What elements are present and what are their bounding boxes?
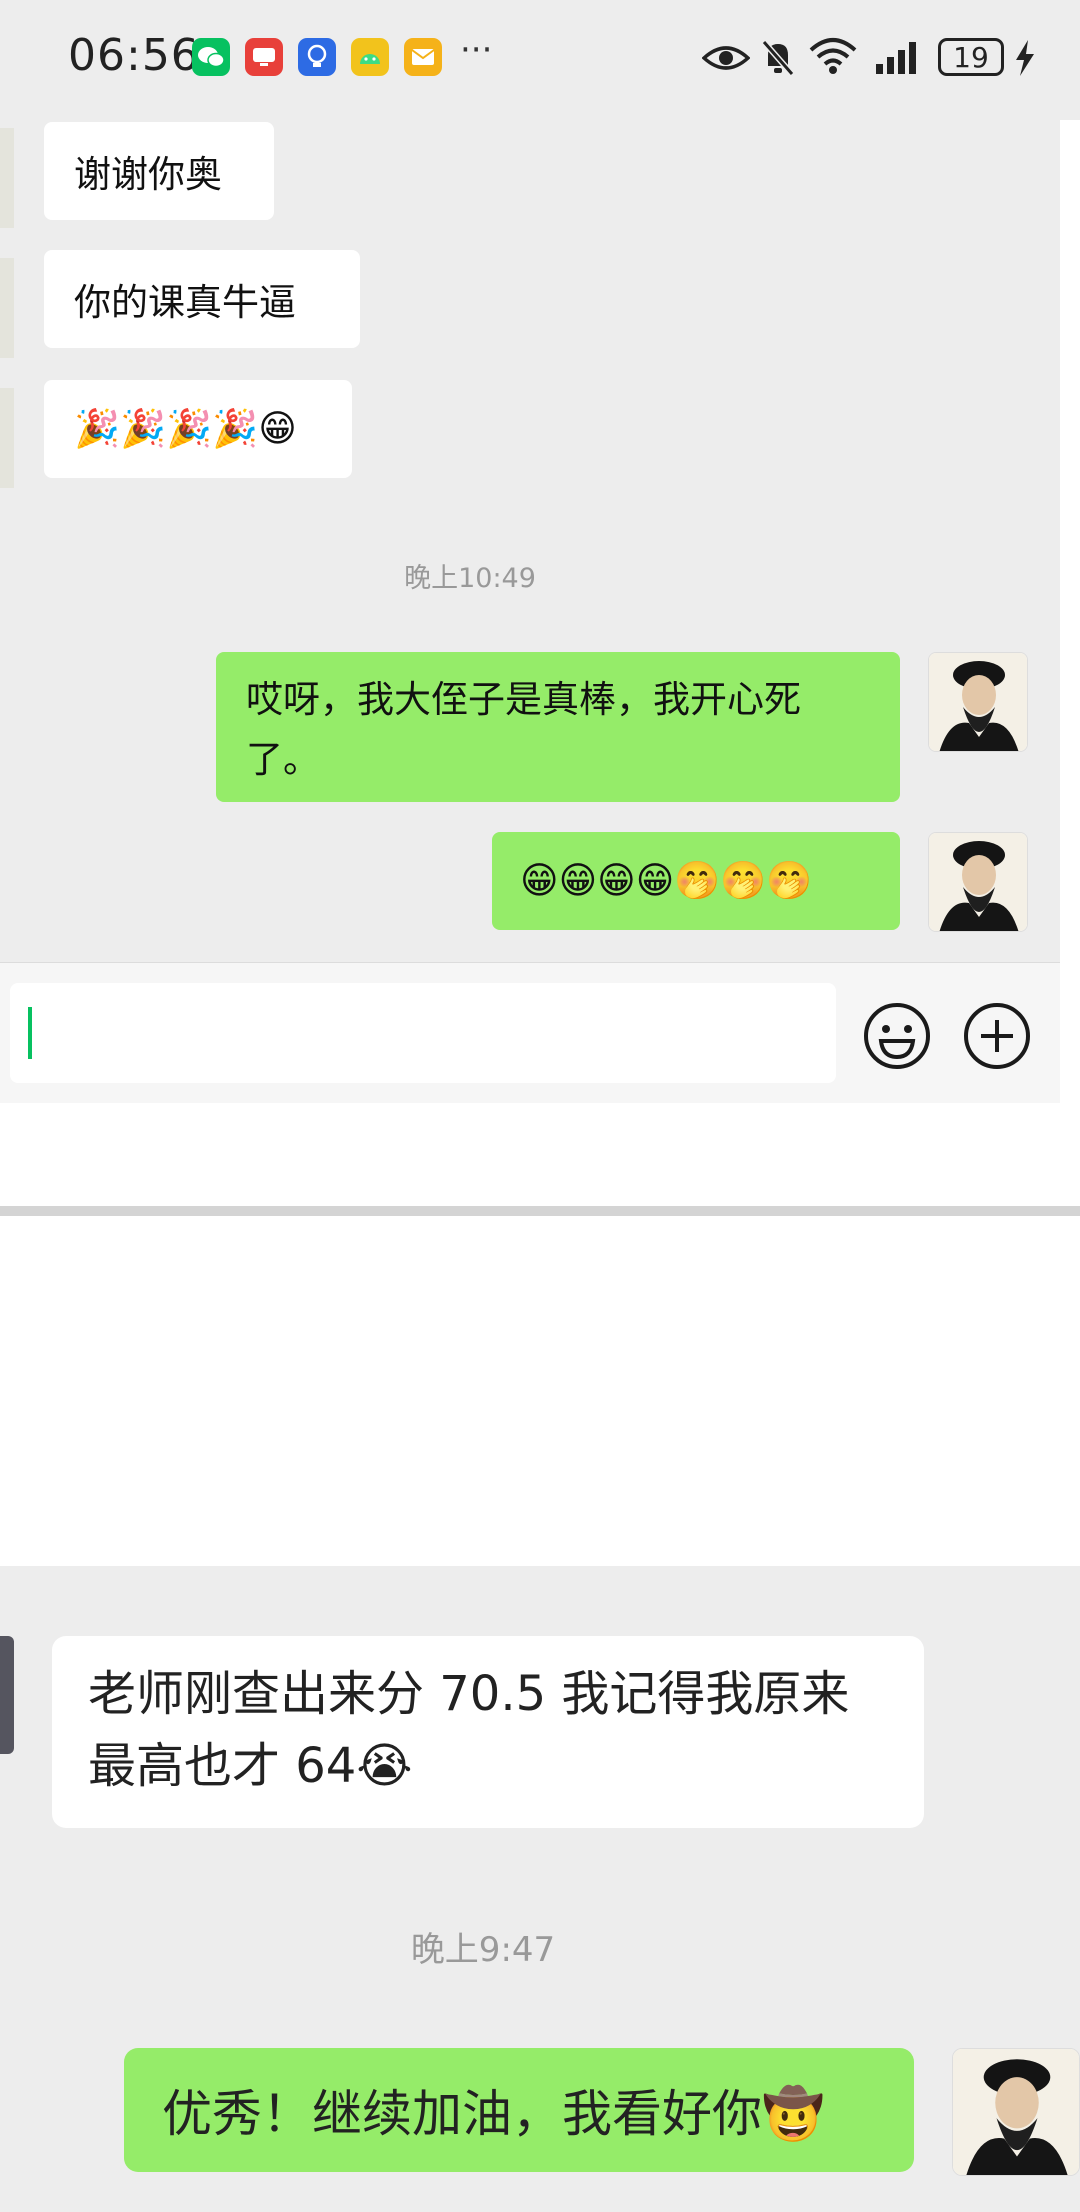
battery-level: 19 <box>953 40 989 74</box>
wifi-icon <box>809 38 857 74</box>
message-text: 优秀！继续加油，我看好你🤠 <box>162 2085 825 2143</box>
text-cursor <box>28 1007 32 1059</box>
portrait-image <box>953 2049 1079 2175</box>
battery-icon: 19 <box>938 38 1004 76</box>
message-text: 你的课真牛逼 <box>74 281 296 324</box>
message-bubble-received[interactable]: 你的课真牛逼 <box>44 250 360 348</box>
chat-screenshot-bottom: 老师刚查出来分 70.5 我记得我原来最高也才 64😭 晚上9:47 优秀！继续… <box>0 1566 1080 2212</box>
lightbulb-icon <box>298 38 336 76</box>
status-bar: 06:56 ··· 19 <box>0 0 1080 120</box>
portrait-image <box>929 833 1027 931</box>
message-text: 😁😁😁😁🤭🤭🤭 <box>520 859 813 902</box>
charging-icon <box>1016 40 1034 76</box>
plus-icon[interactable] <box>962 1001 1032 1071</box>
android-icon <box>351 38 389 76</box>
wechat-icon <box>192 38 230 76</box>
message-bubble-sent[interactable]: 哎呀，我大侄子是真棒，我开心死了。 <box>216 652 900 802</box>
contact-avatar-edge <box>0 258 14 358</box>
timestamp: 晚上9:47 <box>410 1930 556 1970</box>
message-text: 哎呀，我大侄子是真棒，我开心死了。 <box>246 678 801 781</box>
signal-icon <box>876 42 916 74</box>
contact-avatar-edge <box>0 128 14 228</box>
message-bubble-received[interactable]: 🎉🎉🎉🎉😁 <box>44 380 352 478</box>
message-input[interactable] <box>10 983 836 1083</box>
mute-bell-icon <box>761 40 795 76</box>
screenshot-divider <box>0 1206 1080 1216</box>
avatar[interactable] <box>928 832 1028 932</box>
message-text: 谢谢你奥 <box>74 153 222 196</box>
message-text: 老师刚查出来分 70.5 我记得我原来最高也才 64😭 <box>88 1666 850 1794</box>
avatar[interactable] <box>952 2048 1080 2176</box>
timestamp: 晚上10:49 <box>404 563 536 594</box>
status-time: 06:56 <box>68 30 200 81</box>
message-text: 🎉🎉🎉🎉😁 <box>74 407 297 450</box>
portrait-image <box>929 653 1027 751</box>
chat-screenshot-top: 谢谢你奥 你的课真牛逼 🎉🎉🎉🎉😁 晚上10:49 哎呀，我大侄子是真棒，我开心… <box>0 120 1060 1103</box>
input-bar <box>0 962 1060 1103</box>
contact-avatar-edge <box>0 1636 14 1754</box>
emoji-icon[interactable] <box>862 1001 932 1071</box>
xiaohongshu-icon <box>245 38 283 76</box>
message-bubble-sent[interactable]: 优秀！继续加油，我看好你🤠 <box>124 2048 914 2172</box>
mail-icon <box>404 38 442 76</box>
message-bubble-received[interactable]: 老师刚查出来分 70.5 我记得我原来最高也才 64😭 <box>52 1636 924 1828</box>
message-bubble-received[interactable]: 谢谢你奥 <box>44 122 274 220</box>
avatar[interactable] <box>928 652 1028 752</box>
contact-avatar-edge <box>0 388 14 488</box>
eye-icon <box>702 46 750 70</box>
message-bubble-sent[interactable]: 😁😁😁😁🤭🤭🤭 <box>492 832 900 930</box>
more-notifications-icon: ··· <box>460 30 493 70</box>
